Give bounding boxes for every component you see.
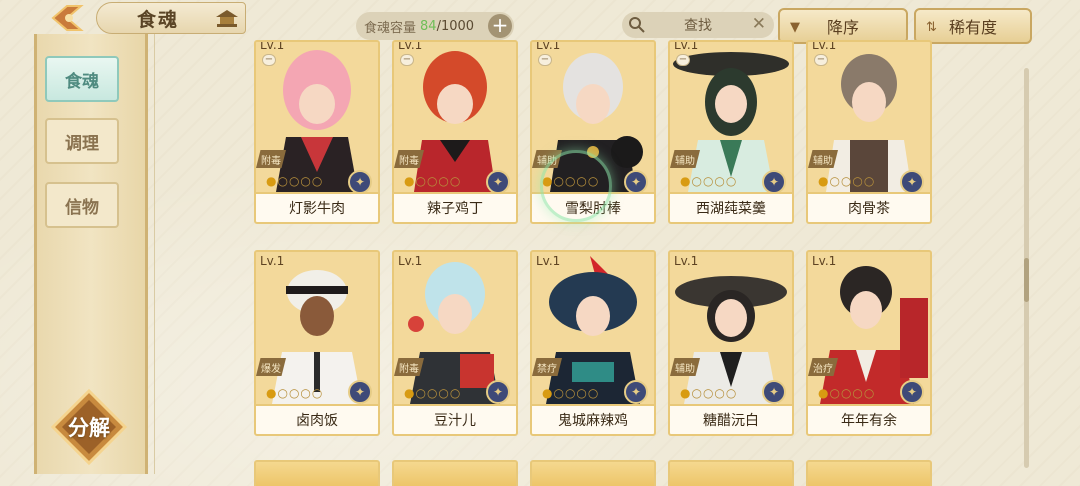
card-level: Lv.1 [398, 254, 423, 268]
search-input[interactable]: 查找 ✕ [622, 12, 774, 38]
rarity-icon: ✦ [762, 380, 786, 404]
card-level: Lv.1 [536, 40, 561, 52]
card-type-badge: 附毒 [394, 358, 424, 376]
minus-icon: − [538, 54, 552, 66]
card-row2-2[interactable]: Lv.1 附毒 ●○○○○ ✦ 豆汁儿 [392, 250, 518, 436]
tab-token-label: 信物 [65, 197, 99, 218]
star-rating: ●○○○○ [818, 386, 876, 400]
rarity-icon: ✦ [624, 170, 648, 194]
star-rating: ●○○○○ [542, 386, 600, 400]
page-title: 食魂 [137, 8, 180, 31]
card-name: 豆汁儿 [394, 404, 516, 434]
card-type-badge: 禁疗 [532, 358, 562, 376]
star-rating: ●○○○○ [404, 386, 462, 400]
card-row3-5[interactable] [806, 460, 932, 486]
clear-search-icon[interactable]: ✕ [752, 14, 766, 34]
card-name: 辣子鸡丁 [394, 192, 516, 222]
rarity-icon: ✦ [348, 170, 372, 194]
card-row3-3[interactable] [530, 460, 656, 486]
card-level: Lv.1 [260, 40, 285, 52]
card-name: 鬼城麻辣鸡 [532, 404, 654, 434]
card-row1-4[interactable]: Lv.1 − 辅助 ●○○○○ ✦ 西湖莼菜羹 [668, 40, 794, 224]
card-level: Lv.1 [398, 40, 423, 52]
card-name: 灯影牛肉 [256, 192, 378, 222]
swap-icon: ⇅ [926, 20, 937, 35]
tab-food-soul-label: 食魂 [65, 71, 99, 92]
card-name: 雪梨肘棒 [532, 192, 654, 222]
sort-order-button[interactable]: ▼ 降序 [778, 8, 908, 44]
tab-food-soul[interactable]: 食魂 [45, 56, 119, 102]
minus-icon: − [262, 54, 276, 66]
minus-icon: − [814, 54, 828, 66]
star-rating: ●○○○○ [818, 174, 876, 188]
minus-icon: − [400, 54, 414, 66]
rarity-icon: ✦ [486, 380, 510, 404]
card-type-badge: 附毒 [394, 150, 424, 168]
card-type-badge: 辅助 [670, 358, 700, 376]
card-row2-4[interactable]: Lv.1 辅助 ●○○○○ ✦ 糖醋沅白 [668, 250, 794, 436]
card-type-badge: 辅助 [670, 150, 700, 168]
star-rating: ●○○○○ [266, 174, 324, 188]
card-name: 糖醋沅白 [670, 404, 792, 434]
rarity-icon: ✦ [900, 380, 924, 404]
star-rating: ●○○○○ [404, 174, 462, 188]
tab-token[interactable]: 信物 [45, 182, 119, 228]
add-capacity-button[interactable]: + [488, 14, 512, 38]
tab-recipe-label: 调理 [65, 133, 99, 154]
capacity-display: 食魂容量 84 /1000 + [356, 12, 514, 40]
sort-order-label: 降序 [826, 18, 859, 37]
capacity-label: 食魂容量 [364, 20, 417, 36]
card-name: 西湖莼菜羹 [670, 192, 792, 222]
sort-rarity-label: 稀有度 [948, 18, 997, 37]
rarity-icon: ✦ [348, 380, 372, 404]
rarity-icon: ✦ [900, 170, 924, 194]
card-row3-1[interactable] [254, 460, 380, 486]
card-type-badge: 治疗 [808, 358, 838, 376]
card-row1-5[interactable]: Lv.1 − 辅助 ●○○○○ ✦ 肉骨茶 [806, 40, 932, 224]
card-row3-4[interactable] [668, 460, 794, 486]
card-name: 卤肉饭 [256, 404, 378, 434]
card-row1-1[interactable]: Lv.1 − 附毒 ●○○○○ ✦ 灯影牛肉 [254, 40, 380, 224]
triangle-down-icon: ▼ [790, 20, 800, 35]
card-name: 肉骨茶 [808, 192, 930, 222]
decompose-label: 分解 [68, 416, 110, 440]
card-level: Lv.1 [260, 254, 285, 268]
sort-rarity-button[interactable]: ⇅ 稀有度 [914, 8, 1032, 44]
card-row2-1[interactable]: Lv.1 爆发 ●○○○○ ✦ 卤肉饭 [254, 250, 380, 436]
capacity-max: /1000 [436, 18, 475, 34]
divider [154, 34, 155, 474]
card-level: Lv.1 [536, 254, 561, 268]
tab-recipe[interactable]: 调理 [45, 118, 119, 164]
rarity-icon: ✦ [624, 380, 648, 404]
star-rating: ●○○○○ [680, 386, 738, 400]
search-icon [629, 17, 645, 33]
card-row1-2[interactable]: Lv.1 − 附毒 ●○○○○ ✦ 辣子鸡丁 [392, 40, 518, 224]
scrollbar-thumb[interactable] [1024, 258, 1029, 302]
card-level: Lv.1 [812, 254, 837, 268]
card-type-badge: 辅助 [808, 150, 838, 168]
star-rating: ●○○○○ [542, 174, 600, 188]
card-row2-5[interactable]: Lv.1 治疗 ●○○○○ ✦ 年年有余 [806, 250, 932, 436]
rarity-icon: ✦ [762, 170, 786, 194]
card-type-badge: 附毒 [256, 150, 286, 168]
minus-icon: − [676, 54, 690, 66]
card-name: 年年有余 [808, 404, 930, 434]
card-row1-3[interactable]: Lv.1 − 辅助 ●○○○○ ✦ 雪梨肘棒 [530, 40, 656, 224]
rarity-icon: ✦ [486, 170, 510, 194]
back-arrow-icon [51, 5, 84, 31]
card-level: Lv.1 [674, 254, 699, 268]
back-button[interactable] [40, 4, 94, 32]
card-level: Lv.1 [812, 40, 837, 52]
star-rating: ●○○○○ [680, 174, 738, 188]
card-type-badge: 辅助 [532, 150, 562, 168]
decompose-button[interactable]: 分解 [50, 388, 128, 466]
card-level: Lv.1 [674, 40, 699, 52]
card-row3-2[interactable] [392, 460, 518, 486]
search-placeholder: 查找 [684, 18, 712, 34]
card-row2-3[interactable]: Lv.1 禁疗 ●○○○○ ✦ 鬼城麻辣鸡 [530, 250, 656, 436]
star-rating: ●○○○○ [266, 386, 324, 400]
pagoda-icon [216, 10, 238, 27]
card-type-badge: 爆发 [256, 358, 286, 376]
capacity-current: 84 [420, 18, 437, 34]
